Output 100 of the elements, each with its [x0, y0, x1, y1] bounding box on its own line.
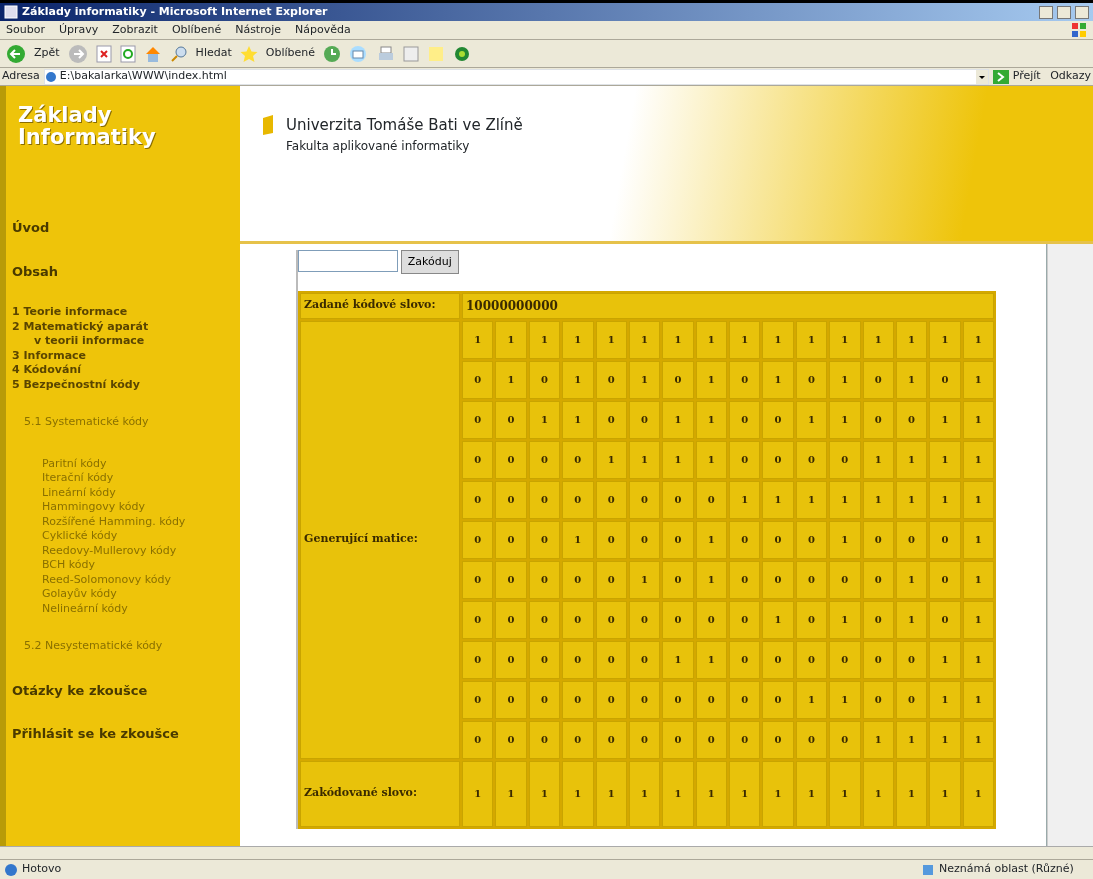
matrix-cell: 1 [628, 320, 661, 359]
encoded-cell: 1 [528, 760, 561, 827]
menu-item[interactable]: Nápověda [295, 21, 351, 39]
restore-button[interactable] [1057, 5, 1071, 19]
nav-link[interactable]: Nelineární kódy [42, 601, 240, 617]
nav-link[interactable]: Přihlásit se ke zkoušce [12, 724, 240, 744]
nav-link[interactable]: 4 Kódování [12, 363, 240, 378]
menu-item[interactable]: Oblíbené [171, 21, 222, 39]
matrix-cell: 1 [662, 640, 694, 679]
matrix-cell: 0 [862, 600, 894, 639]
go-button[interactable]: Přejít [1012, 68, 1041, 85]
window-title: Základy informatiky - Microsoft Internet Explorer [22, 3, 329, 20]
search-icon[interactable] [169, 44, 188, 63]
matrix-cell: 0 [495, 440, 527, 479]
matrix-cell: 0 [729, 520, 761, 559]
nav-link[interactable]: Rozšířené Hamming. kódy [42, 514, 240, 530]
nav-link[interactable]: Iterační kódy [42, 471, 240, 486]
address-label: Adresa [2, 68, 40, 85]
matrix-cell: 1 [895, 480, 928, 519]
matrix-cell: 1 [962, 680, 994, 719]
menu-item[interactable]: Úpravy [58, 21, 99, 39]
nav-link[interactable]: BCH kódy [42, 558, 240, 573]
nav-link[interactable]: Reed-Solomonovy kódy [42, 572, 240, 588]
nav-link[interactable]: 2 Matematický aparát [12, 319, 240, 335]
nav-link[interactable]: 5.2 Nesystematické kódy [24, 638, 240, 655]
menu-item[interactable]: Soubor [6, 21, 45, 39]
matrix-cell: 0 [628, 680, 661, 719]
matrix-cell: 1 [962, 320, 994, 359]
favorites-button[interactable]: Oblíbené [265, 45, 315, 62]
matrix-cell: 0 [595, 480, 627, 519]
encode-button[interactable]: Zakóduj [400, 250, 459, 274]
matrix-cell: 1 [829, 400, 861, 439]
nav-link[interactable]: Obsah [12, 261, 240, 282]
dropdown-icon[interactable] [975, 69, 988, 84]
matrix-cell: 0 [729, 680, 761, 719]
windows-logo-icon [1071, 22, 1087, 38]
matrix-cell: 1 [929, 320, 961, 359]
matrix-cell: 1 [628, 440, 661, 479]
encoded-cell: 1 [562, 760, 594, 827]
matrix-cell: 1 [929, 480, 961, 519]
nav-link[interactable]: 3 Informace [12, 348, 240, 364]
matrix-cell: 0 [562, 560, 594, 599]
matrix-cell: 0 [595, 560, 627, 599]
book-icon [262, 114, 276, 136]
matrix-cell: 1 [895, 600, 928, 639]
nav-link[interactable]: Hammingovy kódy [42, 500, 240, 515]
matrix-cell: 0 [762, 520, 794, 559]
menu-item[interactable]: Zobrazit [112, 21, 158, 39]
matrix-cell: 1 [528, 320, 561, 359]
back-button[interactable]: Zpět [34, 45, 60, 62]
printer-icon[interactable] [377, 44, 395, 63]
matrix-cell: 0 [462, 600, 494, 639]
minimize-button[interactable] [1039, 5, 1053, 19]
matrix-cell: 1 [895, 560, 928, 599]
matrix-cell: 0 [562, 640, 594, 679]
matrix-cell: 0 [895, 520, 928, 559]
nav-link[interactable]: 5.1 Systematické kódy [24, 414, 240, 431]
matrix-cell: 0 [628, 400, 661, 439]
close-button[interactable] [1075, 5, 1089, 19]
nav-link[interactable]: 1 Teorie informace [12, 305, 240, 320]
nav-link[interactable]: Lineární kódy [42, 485, 240, 501]
matrix-cell: 1 [762, 320, 794, 359]
matrix-cell: 1 [962, 480, 994, 519]
matrix-cell: 1 [628, 360, 661, 399]
matrix-cell: 1 [562, 360, 594, 399]
links-button[interactable]: Odkazy [1050, 68, 1091, 85]
matrix-cell: 1 [962, 520, 994, 559]
encoded-cell: 1 [495, 760, 527, 827]
menu-item[interactable]: Nástroje [235, 21, 281, 39]
address-field[interactable]: E:\bakalarka\WWW\index.html [43, 68, 989, 85]
matrix-cell: 0 [562, 680, 594, 719]
matrix-cell: 1 [829, 600, 861, 639]
nav-link[interactable]: Golayův kódy [42, 587, 240, 602]
page-icon [4, 862, 18, 877]
nav-link[interactable]: Cyklické kódy [42, 529, 240, 544]
code-word: 10000000000 [462, 292, 994, 319]
nav-link[interactable]: Reedovy-Mullerovy kódy [42, 543, 240, 559]
matrix-cell: 1 [495, 320, 527, 359]
matrix-cell: 0 [628, 480, 661, 519]
search-button[interactable]: Hledat [195, 45, 232, 62]
matrix-cell: 0 [762, 440, 794, 479]
nav-link[interactable]: Paritní kódy [42, 456, 240, 472]
encoded-cell: 1 [729, 760, 761, 827]
matrix-cell: 0 [862, 360, 894, 399]
matrix-cell: 0 [462, 720, 494, 759]
nav-link[interactable]: Úvod [12, 218, 240, 238]
matrix-cell: 1 [662, 440, 694, 479]
nav-link[interactable]: 5 Bezpečnostní kódy [12, 377, 240, 393]
matrix-cell: 0 [762, 400, 794, 439]
matrix-cell: 0 [528, 480, 561, 519]
matrix-cell: 0 [929, 360, 961, 399]
star-icon[interactable] [239, 44, 258, 63]
nav-link[interactable]: v teorii informace [12, 334, 240, 349]
code-input[interactable] [298, 250, 398, 272]
nav-link[interactable]: Otázky ke zkoušce [12, 680, 240, 701]
matrix-cell: 0 [795, 560, 828, 599]
matrix-cell: 0 [795, 640, 828, 679]
stop-icon[interactable] [95, 44, 112, 63]
matrix-cell: 0 [462, 400, 494, 439]
matrix-cell: 1 [695, 400, 727, 439]
